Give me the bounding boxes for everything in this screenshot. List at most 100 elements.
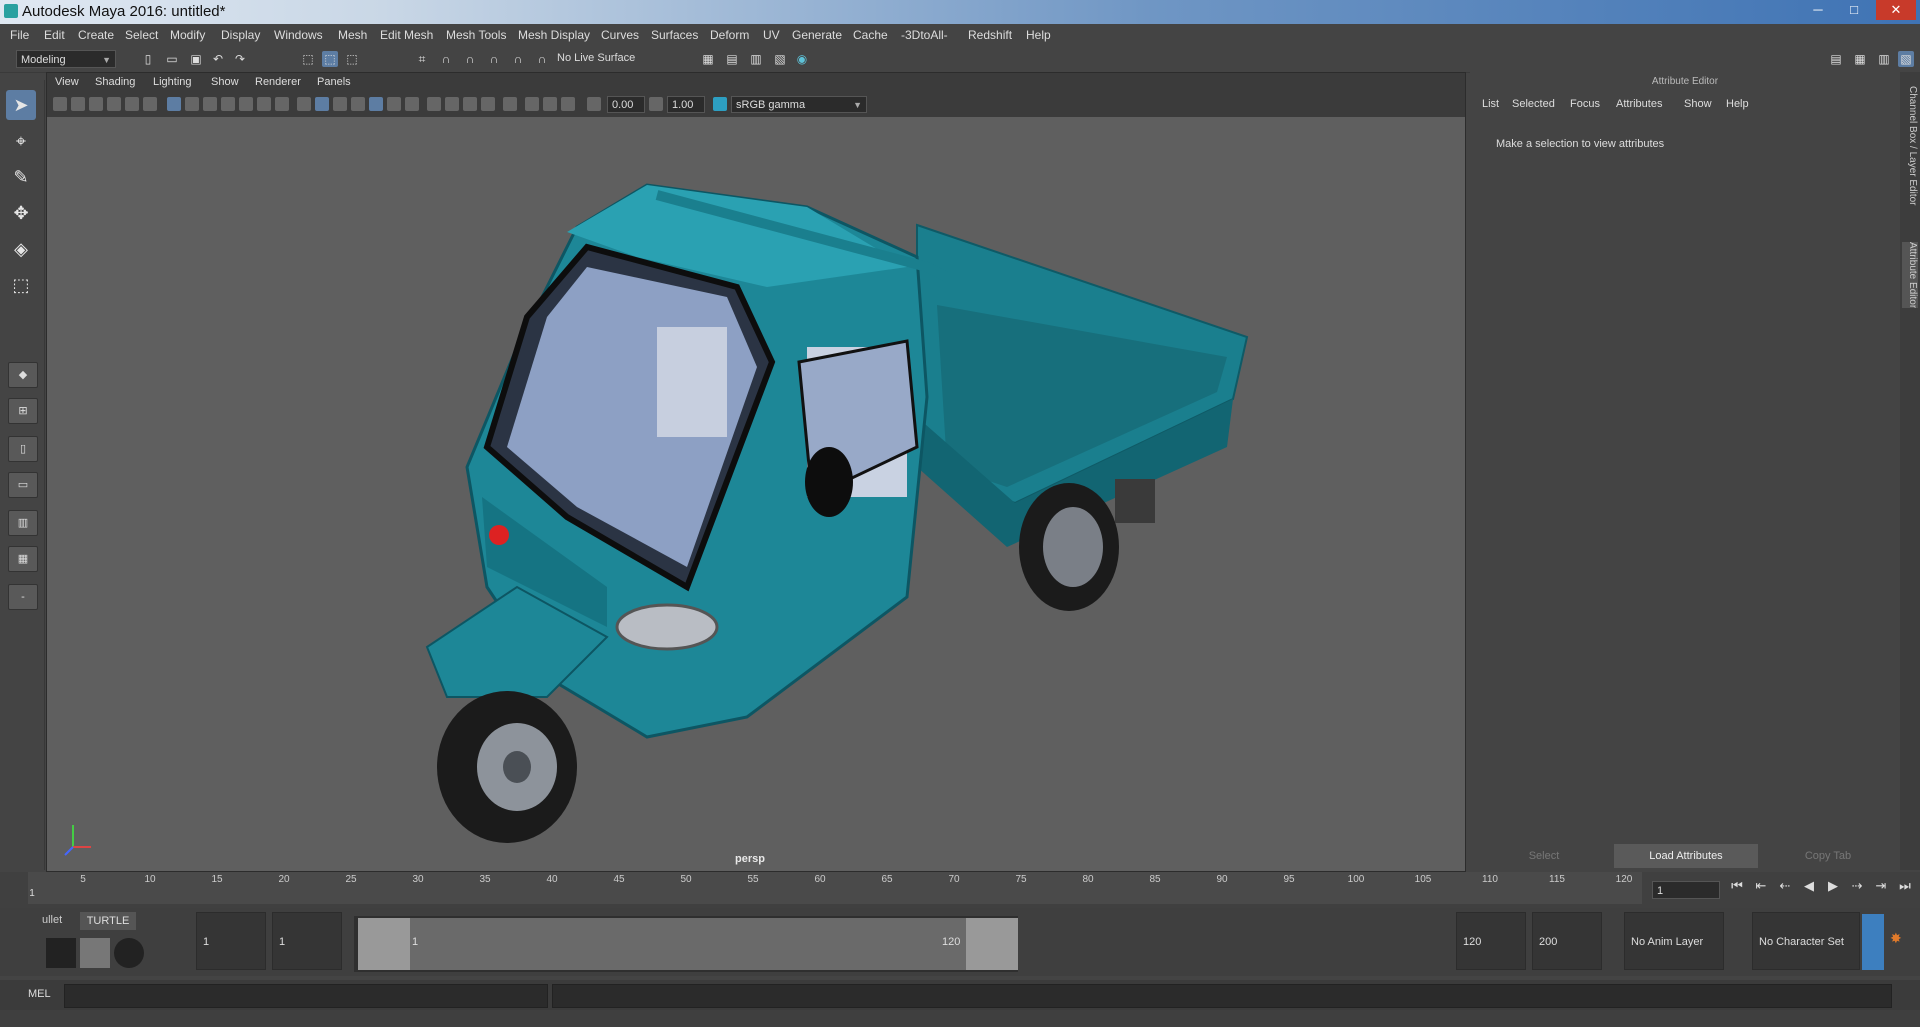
menu-3dtoall[interactable]: -3DtoAll- (901, 28, 948, 42)
grid-toggle-icon[interactable] (167, 97, 181, 111)
menu-uv[interactable]: UV (763, 28, 780, 42)
channel-box-tab[interactable]: Channel Box / Layer Editor (1902, 86, 1918, 206)
xray-joints-icon[interactable] (543, 97, 557, 111)
menu-modify[interactable]: Modify (170, 28, 205, 42)
play-forward-icon[interactable]: ▶ (1824, 878, 1842, 894)
animation-preferences-icon[interactable]: ✸ (1890, 930, 1902, 947)
redo-icon[interactable]: ↷ (232, 51, 248, 67)
panel-menu-shading[interactable]: Shading (95, 76, 135, 88)
playback-start-field[interactable]: 1 (272, 912, 342, 970)
menu-deform[interactable]: Deform (710, 28, 749, 42)
tool-settings-icon[interactable]: ▥ (1876, 51, 1892, 67)
step-back-frame-icon[interactable]: ⇠ (1776, 878, 1794, 894)
open-scene-icon[interactable]: ▭ (164, 51, 180, 67)
custom-layout-icon[interactable]: - (8, 584, 38, 610)
select-component-icon[interactable]: ⬚ (344, 51, 360, 67)
turtle-baking-icon[interactable] (80, 938, 110, 968)
menu-set-dropdown[interactable]: Modeling ▼ (16, 50, 116, 68)
default-material-icon[interactable] (333, 97, 347, 111)
render-settings-icon[interactable]: ▧ (772, 51, 788, 67)
attribute-editor-tab[interactable]: Attribute Editor (1902, 242, 1918, 309)
menu-edit[interactable]: Edit (44, 28, 65, 42)
lasso-tool-icon[interactable]: ⌖ (6, 126, 36, 156)
wireframe-icon[interactable] (297, 97, 311, 111)
xray-components-icon[interactable] (561, 97, 575, 111)
time-ruler[interactable]: 1 5 10 15 20 25 30 35 40 45 50 55 60 65 … (28, 872, 1642, 904)
step-back-key-icon[interactable]: ⇤ (1752, 878, 1770, 894)
select-tool-icon[interactable]: ➤ (6, 90, 36, 120)
panel-menu-lighting[interactable]: Lighting (153, 76, 192, 88)
menu-edit-mesh[interactable]: Edit Mesh (380, 28, 433, 42)
shadows-icon[interactable] (405, 97, 419, 111)
range-start-handle[interactable] (358, 918, 410, 970)
grease-pencil-icon[interactable] (143, 97, 157, 111)
gamma-icon[interactable] (649, 97, 663, 111)
snap-point-icon[interactable]: ∩ (462, 51, 478, 67)
gamma-field[interactable]: 1.00 (667, 96, 705, 113)
snap-curve-icon[interactable]: ∩ (438, 51, 454, 67)
select-object-icon[interactable]: ⬚ (322, 51, 338, 67)
persp-uv-layout-icon[interactable]: ▦ (8, 546, 38, 572)
isolate-select-icon[interactable] (503, 97, 517, 111)
motion-blur-icon[interactable] (445, 97, 459, 111)
scale-tool-icon[interactable]: ⬚ (6, 270, 36, 300)
range-end-handle[interactable] (966, 918, 1018, 970)
persp-outliner-layout-icon[interactable]: ▯ (8, 436, 38, 462)
screen-space-ao-icon[interactable] (427, 97, 441, 111)
film-gate-icon[interactable] (185, 97, 199, 111)
attr-menu-selected[interactable]: Selected (1512, 98, 1555, 110)
snap-grid-icon[interactable]: ⌗ (414, 51, 430, 67)
safe-action-icon[interactable] (257, 97, 271, 111)
menu-mesh[interactable]: Mesh (338, 28, 367, 42)
render-frame-icon[interactable]: ▦ (700, 51, 716, 67)
panel-menu-view[interactable]: View (55, 76, 79, 88)
bookmark-icon[interactable] (89, 97, 103, 111)
snap-view-icon[interactable]: ∩ (486, 51, 502, 67)
move-tool-icon[interactable]: ✥ (6, 198, 36, 228)
channel-box-toggle-icon[interactable]: ▧ (1898, 51, 1914, 67)
menu-create[interactable]: Create (78, 28, 114, 42)
color-space-dropdown[interactable]: sRGB gamma ▼ (731, 96, 867, 113)
menu-file[interactable]: File (10, 28, 29, 42)
panel-menu-panels[interactable]: Panels (317, 76, 351, 88)
field-chart-icon[interactable] (239, 97, 253, 111)
menu-mesh-display[interactable]: Mesh Display (518, 28, 590, 42)
ipr-render-icon[interactable]: ▥ (748, 51, 764, 67)
play-backward-icon[interactable]: ◀ (1800, 878, 1818, 894)
depth-of-field-icon[interactable] (481, 97, 495, 111)
step-forward-frame-icon[interactable]: ⇢ (1848, 878, 1866, 894)
menu-generate[interactable]: Generate (792, 28, 842, 42)
step-forward-key-icon[interactable]: ⇥ (1872, 878, 1890, 894)
menu-help[interactable]: Help (1026, 28, 1051, 42)
turtle-sphere-icon[interactable] (114, 938, 144, 968)
menu-mesh-tools[interactable]: Mesh Tools (446, 28, 506, 42)
snap-edge-icon[interactable]: ∩ (534, 51, 550, 67)
animation-start-field[interactable]: 1 (196, 912, 266, 970)
attr-menu-show[interactable]: Show (1684, 98, 1712, 110)
undo-icon[interactable]: ↶ (210, 51, 226, 67)
attr-menu-attributes[interactable]: Attributes (1616, 98, 1662, 110)
select-button[interactable]: Select (1474, 844, 1614, 868)
xray-icon[interactable] (525, 97, 539, 111)
mel-input[interactable] (64, 984, 548, 1008)
menu-curves[interactable]: Curves (601, 28, 639, 42)
menu-windows[interactable]: Windows (274, 28, 323, 42)
exposure-icon[interactable] (587, 97, 601, 111)
copy-tab-button[interactable]: Copy Tab (1758, 844, 1898, 868)
range-slider-bar[interactable]: 1 120 (358, 918, 1018, 970)
menu-redshift[interactable]: Redshift (968, 28, 1012, 42)
multisample-icon[interactable] (463, 97, 477, 111)
go-to-end-icon[interactable]: ⏭ (1896, 878, 1914, 894)
maximize-button[interactable]: □ (1840, 0, 1868, 20)
gate-mask-icon[interactable] (221, 97, 235, 111)
attr-menu-help[interactable]: Help (1726, 98, 1749, 110)
four-view-layout-icon[interactable]: ⊞ (8, 398, 38, 424)
rotate-tool-icon[interactable]: ◈ (6, 234, 36, 264)
menu-cache[interactable]: Cache (853, 28, 888, 42)
character-set-dropdown[interactable]: No Character Set (1752, 912, 1860, 970)
live-surface-label[interactable]: No Live Surface (557, 52, 635, 64)
hypershade-icon[interactable]: ◉ (794, 51, 810, 67)
attr-menu-focus[interactable]: Focus (1570, 98, 1600, 110)
perspective-viewport[interactable]: persp (47, 117, 1465, 871)
mel-label[interactable]: MEL (28, 988, 51, 1000)
